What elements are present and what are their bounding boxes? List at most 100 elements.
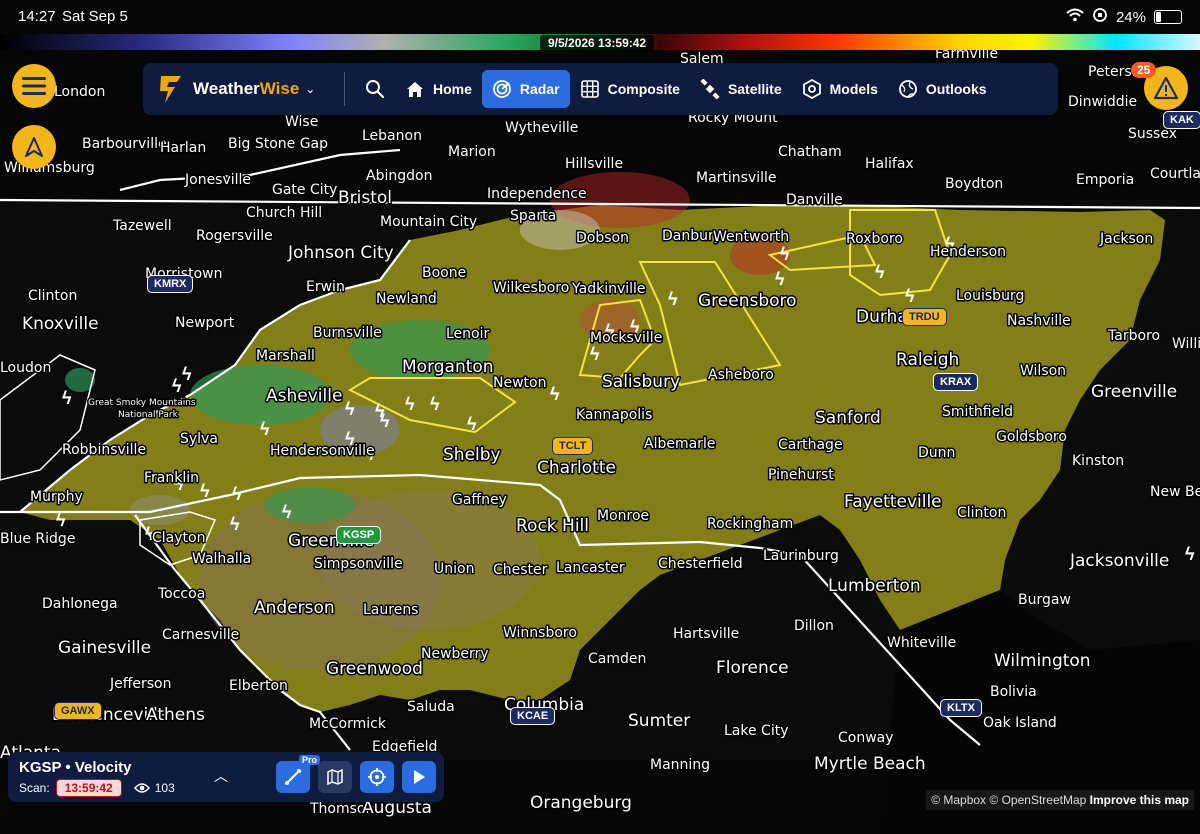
svg-text:Laurinburg: Laurinburg (763, 548, 839, 564)
svg-text:Smithfield: Smithfield (942, 404, 1013, 420)
svg-text:Conway: Conway (838, 730, 894, 746)
svg-text:Abingdon: Abingdon (366, 168, 432, 184)
svg-text:ϟ: ϟ (875, 262, 885, 282)
radar-site-krax[interactable]: KRAX (933, 373, 979, 391)
svg-text:Fayetteville: Fayetteville (844, 492, 942, 512)
osm-attribution[interactable]: © OpenStreetMap (989, 793, 1086, 807)
radar-site-kgsp[interactable]: KGSP (336, 526, 382, 544)
svg-text:National Park: National Park (118, 410, 179, 420)
location-button[interactable] (12, 125, 56, 169)
svg-text:ϟ: ϟ (380, 411, 390, 431)
draw-tool-button[interactable] (276, 761, 310, 793)
play-animation-button[interactable] (402, 761, 436, 793)
svg-text:Dunn: Dunn (918, 445, 955, 461)
tab-radar[interactable]: Radar (481, 70, 570, 108)
chevron-down-icon: ⌄ (305, 82, 316, 96)
svg-text:Church Hill: Church Hill (246, 205, 322, 221)
viewer-count-value: 103 (154, 781, 175, 795)
svg-text:Louisburg: Louisburg (956, 288, 1024, 304)
svg-text:Boydton: Boydton (945, 176, 1003, 192)
map-layers-button[interactable] (318, 761, 352, 793)
pencil-line-icon (285, 769, 301, 785)
nav-divider (344, 72, 345, 106)
svg-text:Camden: Camden (588, 651, 646, 667)
svg-text:ϟ: ϟ (590, 344, 600, 364)
radar-site-kakq[interactable]: KAK (1163, 111, 1200, 129)
tab-composite[interactable]: Composite (570, 70, 690, 108)
svg-text:Goldsboro: Goldsboro (996, 429, 1067, 445)
brand-switcher[interactable]: WeatherWise ⌄ (143, 74, 332, 104)
svg-text:McCormick: McCormick (309, 716, 387, 732)
svg-text:ϟ: ϟ (172, 376, 182, 396)
svg-text:Sanford: Sanford (815, 408, 881, 428)
radar-map[interactable]: ϟϟϟ ϟϟ ϟ ϟ ϟϟ ϟϟϟ ϟϟϟ ϟϟϟ ϟ ϟϟ ϟϟ ϟ ϟϟϟ ϟϟϟ … (0, 0, 1200, 834)
locate-me-button[interactable] (360, 761, 394, 793)
radar-info-panel: KGSP • Velocity Scan: 13:59:42 103 ︿ Pro (8, 752, 444, 802)
radar-site-kcae[interactable]: KCAE (510, 707, 556, 725)
svg-text:Newport: Newport (175, 315, 235, 331)
svg-text:Oak Island: Oak Island (983, 715, 1057, 731)
scan-info: Scan: 13:59:42 103 (19, 779, 175, 797)
radar-site-kltx[interactable]: KLTX (940, 699, 982, 717)
svg-text:ϟ: ϟ (56, 510, 66, 530)
radar-site-kmrx[interactable]: KMRX (147, 275, 194, 293)
svg-text:Yadkinville: Yadkinville (571, 281, 646, 297)
svg-text:Wilson: Wilson (1020, 363, 1066, 379)
scan-label: Scan: (19, 781, 50, 795)
crosshair-icon (368, 768, 386, 786)
radar-site-gawx[interactable]: GAWX (54, 702, 102, 720)
tab-composite-label: Composite (607, 81, 680, 97)
tab-models[interactable]: Models (792, 70, 888, 108)
clock: 14:27 (18, 8, 56, 25)
svg-text:ϟ: ϟ (260, 419, 270, 439)
battery-percent: 24% (1115, 8, 1146, 26)
svg-text:Independence: Independence (487, 186, 587, 202)
svg-text:ϟ: ϟ (232, 484, 242, 504)
svg-text:ϟ: ϟ (550, 384, 560, 404)
svg-text:Mountain City: Mountain City (380, 214, 477, 230)
svg-text:Marshall: Marshall (256, 348, 315, 364)
svg-text:Gate City: Gate City (272, 182, 337, 198)
play-icon (414, 770, 425, 784)
svg-text:Wentworth: Wentworth (713, 229, 789, 245)
svg-text:Burnsville: Burnsville (313, 325, 382, 341)
svg-text:Roxboro: Roxboro (846, 231, 903, 247)
svg-text:Halifax: Halifax (865, 156, 914, 172)
radar-site-tclt[interactable]: TCLT (552, 437, 594, 455)
svg-text:Lebanon: Lebanon (362, 128, 422, 144)
svg-text:Chester: Chester (493, 562, 548, 578)
svg-text:Great Smoky Mountains: Great Smoky Mountains (88, 398, 196, 408)
viewer-count: 103 (133, 781, 175, 795)
svg-text:Johnson City: Johnson City (287, 243, 394, 263)
svg-text:Franklin: Franklin (144, 470, 199, 486)
svg-text:Bristol: Bristol (338, 188, 392, 208)
svg-text:ϟ: ϟ (282, 502, 292, 522)
svg-text:Dobson: Dobson (576, 230, 629, 246)
search-button[interactable] (355, 70, 395, 108)
svg-text:Dinwiddie: Dinwiddie (1068, 94, 1137, 110)
svg-text:Tarboro: Tarboro (1107, 328, 1160, 344)
svg-text:Gainesville: Gainesville (58, 638, 151, 658)
tab-satellite[interactable]: Satellite (690, 70, 792, 108)
svg-text:Hendersonville: Hendersonville (270, 443, 375, 459)
date: Sat Sep 5 (62, 8, 128, 25)
svg-text:Carthage: Carthage (778, 437, 843, 453)
svg-text:Jackson: Jackson (1099, 231, 1153, 247)
mapbox-attribution[interactable]: © Mapbox (931, 793, 986, 807)
tab-home[interactable]: Home (395, 70, 482, 108)
svg-text:Boone: Boone (422, 265, 466, 281)
menu-button[interactable] (12, 64, 56, 108)
svg-text:ϟ: ϟ (668, 289, 678, 309)
svg-text:Mocksville: Mocksville (590, 330, 662, 346)
svg-text:Walhalla: Walhalla (192, 551, 251, 567)
tab-outlooks[interactable]: Outlooks (888, 70, 997, 108)
svg-text:Bolivia: Bolivia (990, 684, 1037, 700)
svg-text:Greenville: Greenville (1091, 382, 1177, 402)
svg-text:Toccoa: Toccoa (157, 586, 205, 602)
radar-product-title[interactable]: KGSP • Velocity (19, 759, 132, 776)
battery-icon (1154, 10, 1182, 24)
tab-radar-label: Radar (519, 81, 560, 97)
radar-site-trdu[interactable]: TRDU (902, 308, 947, 326)
improve-map-link[interactable]: Improve this map (1090, 793, 1189, 807)
expand-panel-button[interactable]: ︿ (214, 766, 228, 786)
